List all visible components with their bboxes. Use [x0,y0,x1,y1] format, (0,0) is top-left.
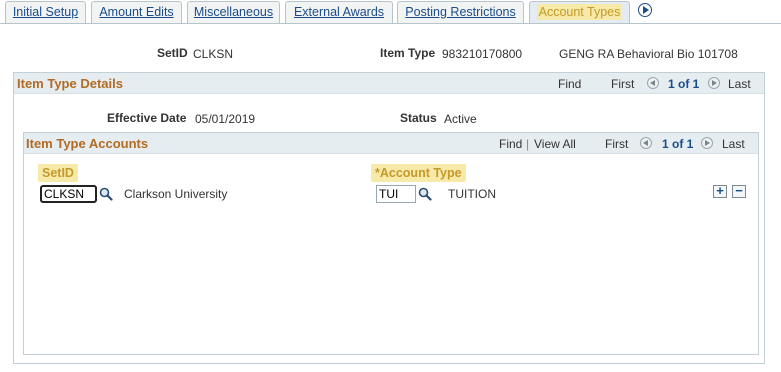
accounts-first-label: First [605,137,629,151]
effective-date-value: 05/01/2019 [195,112,256,126]
tab-miscellaneous[interactable]: Miscellaneous [187,1,280,23]
tab-bar: Initial Setup Amount Edits Miscellaneous… [0,0,781,24]
accounts-find-link[interactable]: Find [499,137,522,151]
setid-label: SetID [157,46,188,60]
item-type-value: 983210170800 [442,47,523,61]
item-type-details-title: Item Type Details [17,76,123,91]
tab-next-arrow-icon[interactable] [638,3,652,17]
setid-lookup-search-icon[interactable] [99,187,113,201]
setid-value: CLKSN [193,47,234,61]
item-type-details-group: Item Type Details Find First 1 of 1 Last… [13,72,765,364]
next-arrow-icon[interactable] [708,77,720,89]
tab-account-types-label: Account Types [536,4,623,20]
nav-separator: | [526,137,530,151]
row-count: 1 of 1 [668,77,700,91]
status-value: Active [444,112,477,126]
account-type-lookup-search-icon[interactable] [418,187,432,201]
last-label: Last [728,77,751,91]
item-type-accounts-group: Item Type Accounts Find | View All First… [23,132,759,355]
account-type-input[interactable]: TUI [376,185,416,203]
setid-column-label: SetID [38,164,78,182]
item-type-details-header: Item Type Details Find First 1 of 1 Last [14,73,764,94]
find-link[interactable]: Find [558,77,581,91]
accounts-row-count: 1 of 1 [662,137,694,151]
tab-initial-setup[interactable]: Initial Setup [5,1,86,23]
account-type-column-label: *Account Type [371,164,466,182]
accounts-next-arrow-icon[interactable] [701,137,713,149]
add-row-button[interactable]: + [713,184,727,198]
effective-date-label: Effective Date [107,111,187,125]
status-label: Status [400,111,437,125]
setid-input[interactable]: CLKSN [40,185,97,203]
item-type-label: Item Type [380,46,436,60]
accounts-last-label: Last [722,137,745,151]
item-type-accounts-title: Item Type Accounts [26,136,149,151]
tab-external-awards[interactable]: External Awards [285,1,393,23]
view-all-link[interactable]: View All [534,137,576,151]
tab-posting-restrictions[interactable]: Posting Restrictions [397,1,524,23]
first-label: First [611,77,635,91]
setid-description: Clarkson University [124,187,228,201]
item-type-description: GENG RA Behavioral Bio 101708 [559,47,738,61]
tab-account-types[interactable]: Account Types [529,1,630,23]
delete-row-button[interactable]: − [732,184,746,198]
tab-divider [0,23,781,24]
accounts-previous-arrow-icon[interactable] [640,137,652,149]
previous-arrow-icon[interactable] [647,77,659,89]
account-type-description: TUITION [448,187,496,201]
tab-amount-edits[interactable]: Amount Edits [91,1,182,23]
item-type-accounts-header: Item Type Accounts Find | View All First… [24,133,758,154]
